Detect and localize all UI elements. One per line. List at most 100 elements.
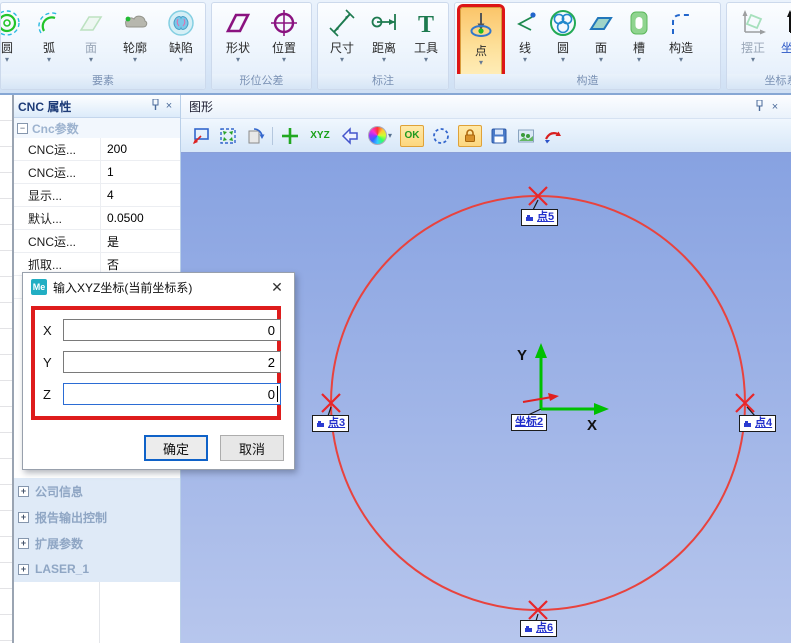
expand-plus-icon[interactable]: +: [18, 512, 29, 523]
chevron-down-icon: ▾: [751, 55, 755, 64]
collapse-minus-icon[interactable]: −: [17, 123, 28, 134]
chevron-down-icon: ▾: [382, 55, 386, 64]
zoom-region-icon[interactable]: [191, 126, 211, 146]
ribbon-button-shape[interactable]: 形状 ▾: [215, 5, 261, 75]
tree-item-report-output[interactable]: + 报告输出控制: [14, 504, 180, 530]
ribbon-button-plane[interactable]: 面 ▾: [70, 5, 112, 75]
expand-plus-icon[interactable]: +: [18, 486, 29, 497]
ribbon-button-slot[interactable]: 槽 ▾: [620, 5, 658, 75]
pin-icon[interactable]: [751, 100, 767, 114]
cancel-button[interactable]: 取消: [220, 435, 284, 461]
ribbon-button-label: 摆正: [741, 41, 765, 55]
ribbon-button-align[interactable]: 摆正 ▾: [730, 5, 776, 75]
pin-icon[interactable]: [148, 99, 162, 113]
lock-toggle-button[interactable]: [458, 125, 482, 147]
table-row[interactable]: CNC运... 是: [14, 230, 180, 253]
chevron-down-icon: ▾: [89, 55, 93, 64]
ribbon-button-arc[interactable]: 弧 ▾: [28, 5, 70, 75]
tree-item-label: LASER_1: [35, 562, 89, 576]
close-icon[interactable]: ×: [162, 100, 176, 112]
prop-value[interactable]: 200: [101, 138, 180, 160]
ok-toggle-button[interactable]: OK: [400, 125, 424, 147]
cnc-tree-list: + 公司信息 + 报告输出控制 + 扩展参数 + LASER_1: [14, 478, 180, 582]
tree-item-extended-params[interactable]: + 扩展参数: [14, 530, 180, 556]
chevron-down-icon: ▾: [561, 55, 565, 64]
ok-button[interactable]: 确定: [144, 435, 208, 461]
cnc-category-label: Cnc参数: [32, 120, 79, 137]
fit-view-icon[interactable]: [218, 126, 238, 146]
ribbon-group-title: 形位公差: [212, 74, 311, 89]
dialog-titlebar[interactable]: Me 输入XYZ坐标(当前坐标系) ✕: [23, 273, 294, 301]
slot-icon: [624, 5, 654, 41]
ribbon-button-label: 线: [519, 41, 531, 55]
xyz-coordinate-icon[interactable]: XYZ: [307, 126, 333, 146]
dashed-circle-icon[interactable]: [431, 126, 451, 146]
ribbon-button-distance[interactable]: 距离 ▾: [363, 5, 405, 75]
prop-value[interactable]: 是: [101, 230, 180, 252]
ribbon-button-position[interactable]: 位置 ▾: [261, 5, 307, 75]
save-icon[interactable]: [489, 126, 509, 146]
expand-plus-icon[interactable]: +: [18, 538, 29, 549]
view-rotate-icon[interactable]: [245, 126, 265, 146]
ribbon-button-defect[interactable]: 缺陷 ▾: [158, 5, 204, 75]
cnc-category-row[interactable]: − Cnc参数: [14, 118, 180, 138]
construct-icon: [666, 5, 696, 41]
close-icon[interactable]: ×: [767, 101, 783, 113]
axis-y-label: Y: [517, 347, 527, 364]
ribbon-button-point[interactable]: 点 ▾: [460, 7, 502, 79]
expand-plus-icon[interactable]: +: [18, 564, 29, 575]
point-label-4[interactable]: 点4: [739, 415, 776, 432]
ribbon-button-construct[interactable]: 构造 ▾: [658, 5, 704, 75]
point-label-3[interactable]: 点3: [312, 415, 349, 432]
ribbon-button-line[interactable]: 线 ▾: [506, 5, 544, 75]
ribbon-button-label: 点: [475, 44, 487, 58]
table-row[interactable]: CNC运... 200: [14, 138, 180, 161]
circle-icon: [0, 5, 22, 41]
chevron-down-icon: ▾: [523, 55, 527, 64]
z-field[interactable]: [63, 383, 281, 405]
chevron-down-icon: ▾: [424, 55, 428, 64]
ribbon-button-dimension[interactable]: 尺寸 ▾: [321, 5, 363, 75]
table-row[interactable]: 默认... 0.0500: [14, 207, 180, 230]
tree-item-label: 报告输出控制: [35, 509, 107, 526]
prop-value[interactable]: 0.0500: [101, 207, 180, 229]
ribbon-button-circle[interactable]: 圆 ▾: [0, 5, 28, 75]
ribbon-group-elements: 圆 ▾ 弧 ▾ 面 ▾ 轮廓: [0, 2, 206, 90]
color-wheel-icon[interactable]: ▾: [367, 126, 393, 146]
scene-image-icon[interactable]: [516, 126, 536, 146]
arc-icon: [34, 5, 64, 41]
tree-item-laser1[interactable]: + LASER_1: [14, 556, 180, 582]
ribbon-group-title: 标注: [318, 74, 448, 89]
dimension-icon: [327, 5, 357, 41]
crosshair-icon[interactable]: [280, 126, 300, 146]
point-label-6[interactable]: 点6: [520, 620, 557, 637]
svg-text:T: T: [418, 12, 434, 38]
prop-value[interactable]: 1: [101, 161, 180, 183]
table-row[interactable]: CNC运... 1: [14, 161, 180, 184]
coordinate-system-label[interactable]: 坐标2: [511, 414, 547, 431]
tree-item-company-info[interactable]: + 公司信息: [14, 478, 180, 504]
back-arrow-icon[interactable]: [340, 126, 360, 146]
ribbon-button-coordinate[interactable]: 坐标系 ▾: [776, 5, 791, 75]
x-field[interactable]: [63, 319, 281, 341]
y-input[interactable]: [63, 351, 281, 373]
z-input[interactable]: [63, 383, 281, 405]
cnc-panel-header: CNC 属性 ×: [14, 95, 180, 118]
point-label-text: 点4: [755, 417, 772, 430]
ribbon-button-profile[interactable]: 轮廓 ▾: [112, 5, 158, 75]
ribbon-group-construct: 点 ▾ 线 ▾ 圆 ▾ 面 ▾: [454, 2, 721, 90]
ribbon-button-plane-construct[interactable]: 面 ▾: [582, 5, 620, 75]
coordinate-axes: [523, 343, 609, 415]
y-field[interactable]: [63, 351, 281, 373]
close-icon[interactable]: ✕: [268, 279, 286, 296]
ribbon-group-title: 坐标系: [727, 74, 791, 89]
redo-rotate-icon[interactable]: [543, 126, 563, 146]
ribbon-button-circle-construct[interactable]: 圆 ▾: [544, 5, 582, 75]
prop-value[interactable]: 4: [101, 184, 180, 206]
point-label-5[interactable]: 点5: [521, 209, 558, 226]
coordinate-icon: [784, 5, 791, 41]
ribbon-button-tools[interactable]: T 工具 ▾: [405, 5, 447, 75]
table-row[interactable]: 显示... 4: [14, 184, 180, 207]
ok-toggle-label: OK: [403, 130, 422, 141]
x-input[interactable]: [63, 319, 281, 341]
